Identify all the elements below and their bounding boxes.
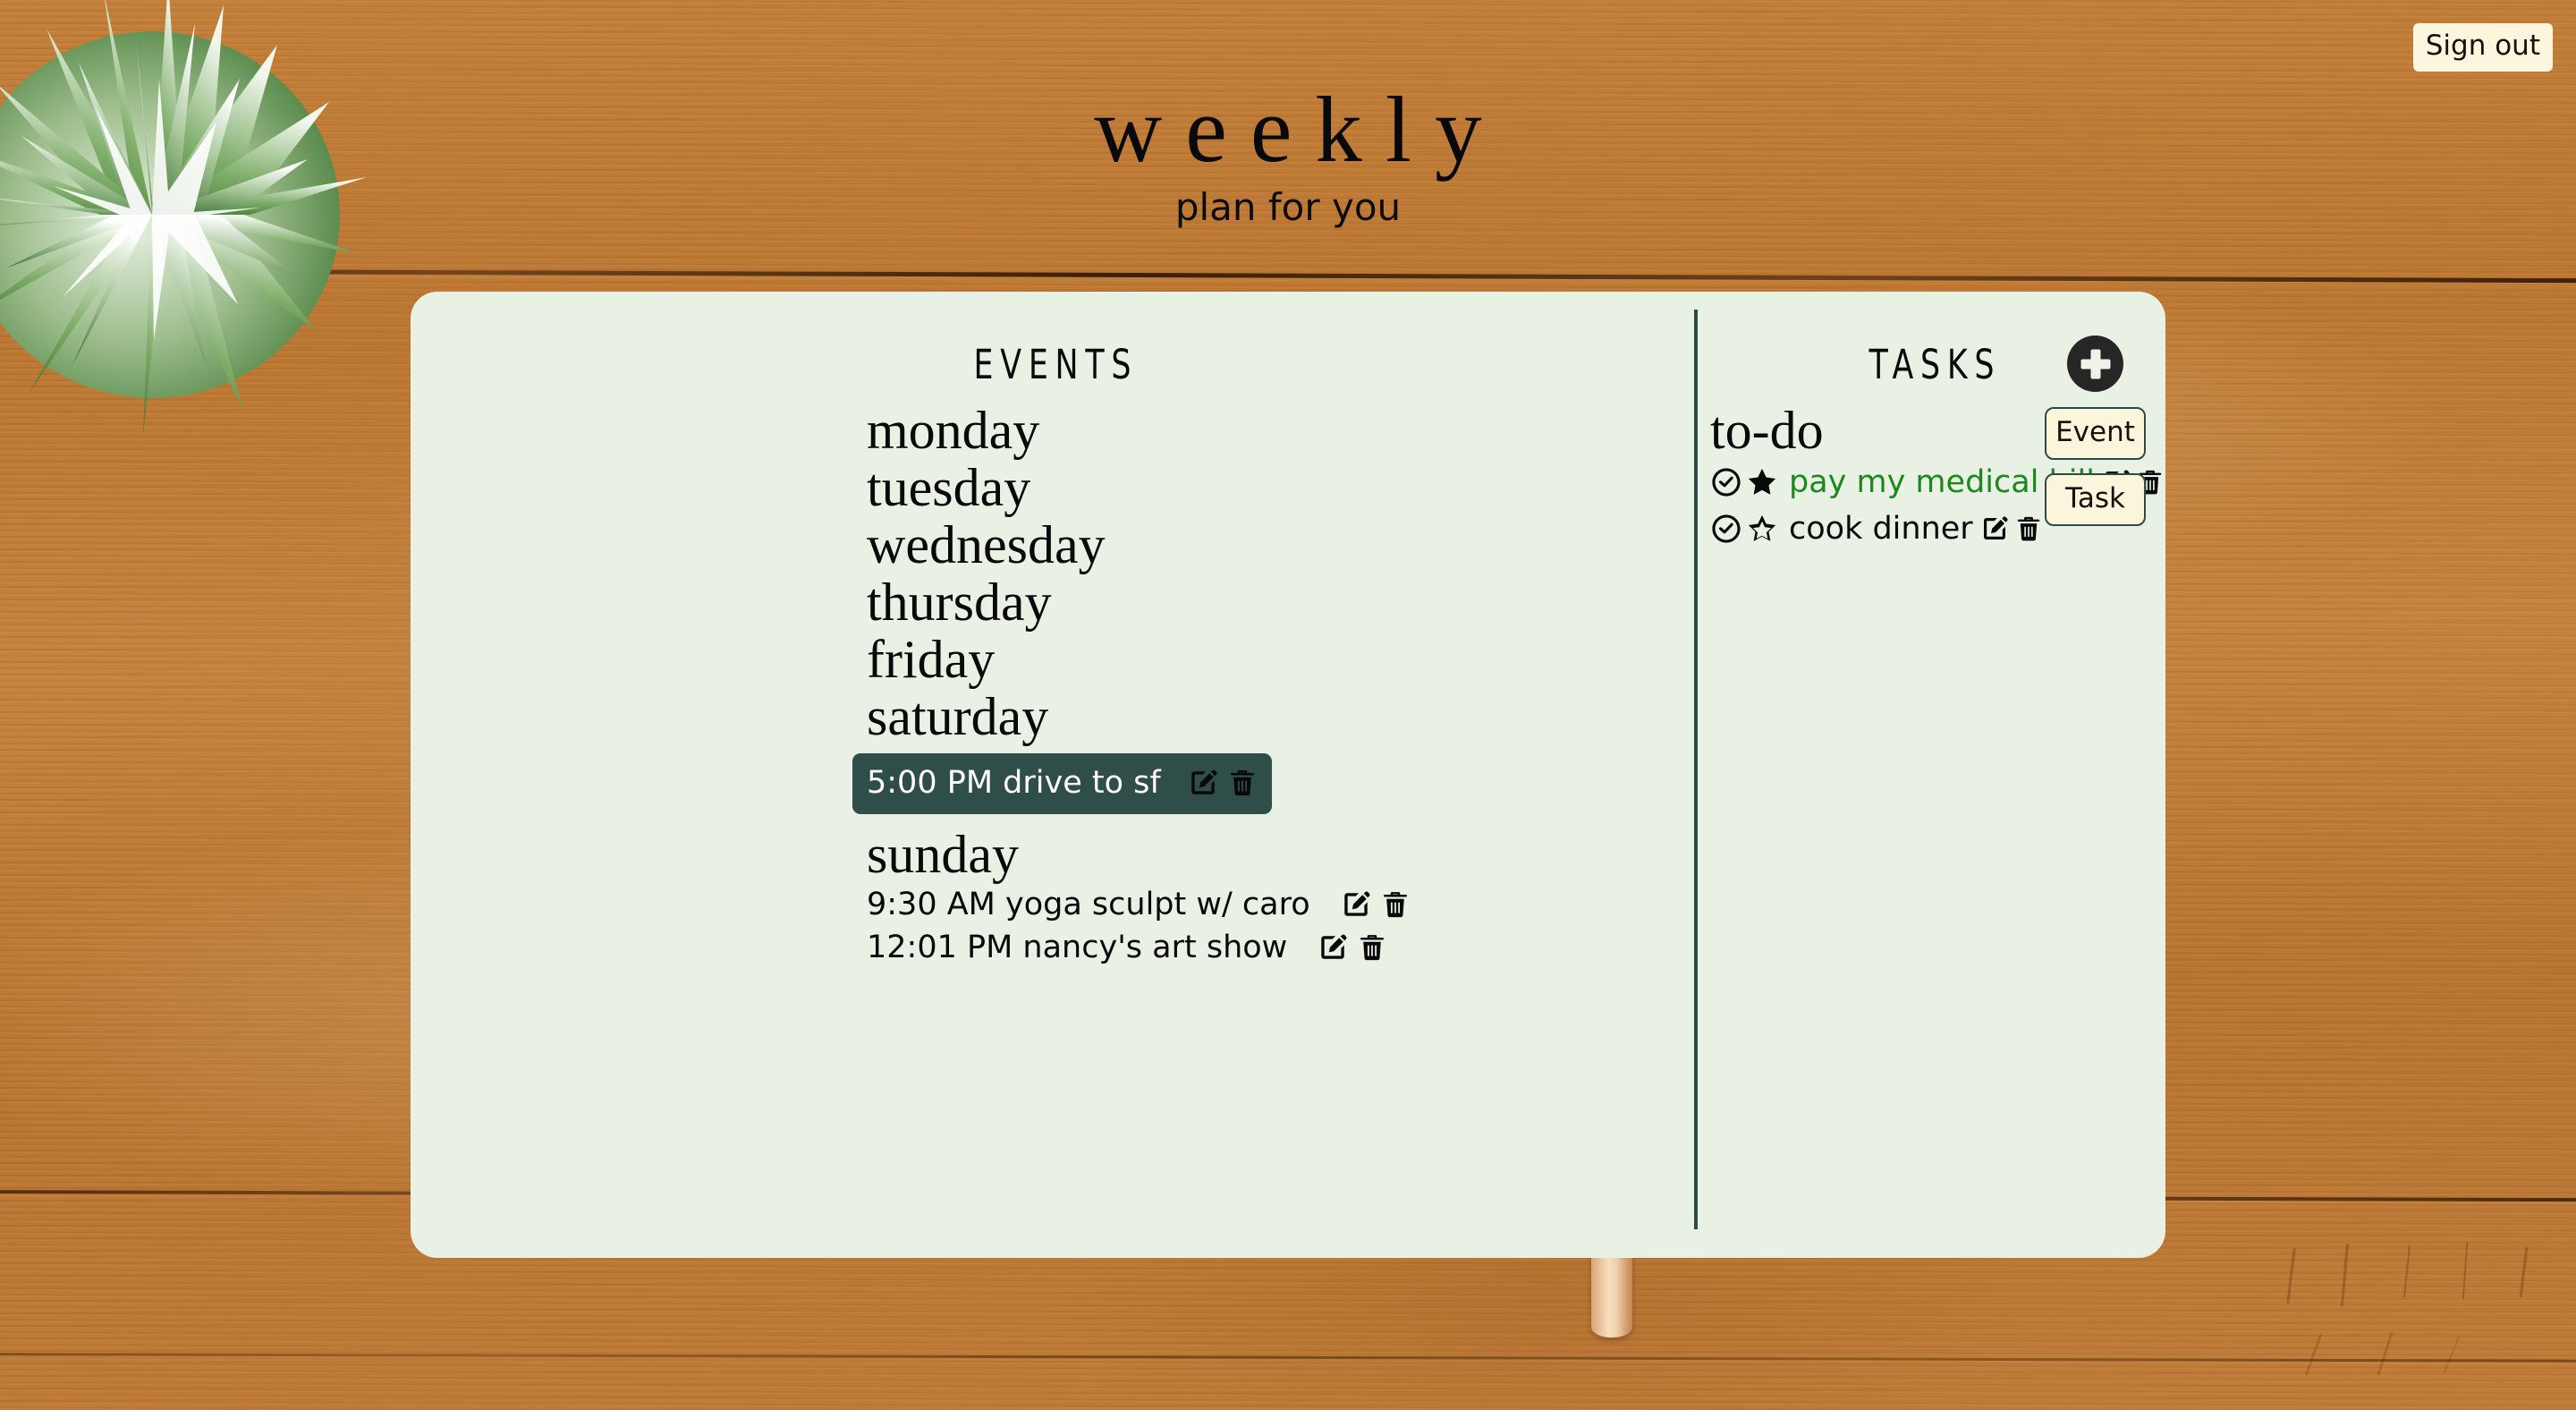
wood-scratch [2286,1248,2296,1304]
add-icon-button[interactable] [2067,336,2123,392]
check-circle-icon[interactable] [1710,513,1742,545]
star-outline-icon[interactable] [1746,513,1778,545]
star-filled-icon[interactable] [1746,466,1778,498]
day-label-thursday: thursday [867,573,1052,632]
event-text: 12:01 PM nancy's art show [867,930,1288,965]
todo-list-title: to-do [1710,401,1824,460]
event-text: 5:00 PM drive to sf [867,765,1161,801]
wood-scratch [2462,1242,2469,1299]
trash-icon[interactable] [1227,768,1258,798]
wood-scratch [2377,1331,2394,1376]
edit-icon[interactable] [1318,932,1348,963]
wood-scratch [2519,1247,2529,1297]
task-text: cook dinner [1789,511,1973,547]
wood-scratch [2402,1245,2411,1297]
wood-plank-seam [0,268,2576,284]
events-column: EVENTS monday tuesday wednesday thursday fri… [411,292,1694,965]
wood-plank-seam [0,1353,2576,1363]
day-label-friday: friday [867,630,996,689]
task-row[interactable]: cook dinner [1710,505,2048,552]
event-text: 9:30 AM yoga sculpt w/ caro [867,887,1310,922]
column-divider [1694,310,1698,1229]
event-row[interactable]: 5:00 PM drive to sf [852,753,1272,814]
day-label-saturday: saturday [867,687,1049,746]
day-label-wednesday: wednesday [867,515,1106,574]
tasks-list: to-do pay my medical bill cook dinner [1710,402,2283,552]
events-heading: EVENTS [973,341,1139,388]
notebook-panel: EVENTS monday tuesday wednesday thursday fri… [411,292,2165,1258]
events-list: monday tuesday wednesday thursday friday satu… [852,401,1672,969]
add-controls: Event Task [2044,336,2147,539]
day-label-tuesday: tuesday [867,458,1031,517]
day-label-sunday: sunday [867,825,1019,884]
event-row[interactable]: 9:30 AM yoga sculpt w/ caro [867,883,1411,926]
trash-icon[interactable] [1380,889,1411,920]
event-row[interactable]: 12:01 PM nancy's art show [867,926,1387,969]
trash-icon[interactable] [1357,932,1387,963]
add-event-button[interactable]: Event [2045,407,2146,460]
wood-scratch [2443,1336,2461,1373]
add-task-button[interactable]: Task [2045,473,2146,526]
edit-icon[interactable] [1980,514,2009,543]
sign-out-button[interactable]: Sign out [2412,23,2553,72]
edit-icon[interactable] [1188,768,1218,798]
add-options-group: Event Task [2045,407,2146,539]
wood-scratch [2340,1244,2350,1306]
check-circle-icon[interactable] [1710,466,1742,498]
wood-scratch [2304,1333,2323,1376]
edit-icon[interactable] [1341,889,1371,920]
day-label-monday: monday [867,401,1040,460]
trash-icon[interactable] [2014,514,2043,543]
